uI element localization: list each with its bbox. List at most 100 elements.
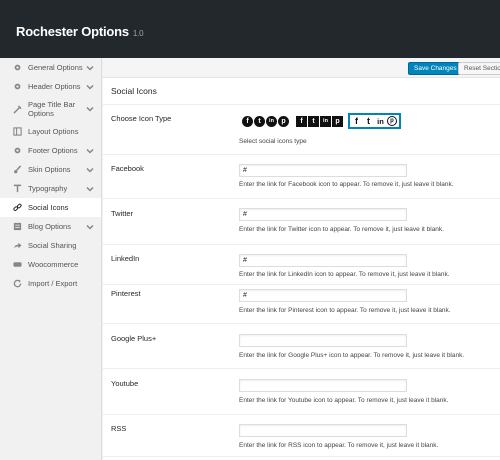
chevron-down-icon: [86, 167, 94, 173]
typography-icon: [12, 184, 22, 194]
icon-type-selector: f t in p f t in p f t in p: [240, 113, 403, 129]
brush-icon: [12, 165, 22, 175]
sidebar-item-social-sharing[interactable]: Social Sharing: [0, 236, 101, 255]
sidebar-item-social-icons[interactable]: Social Icons: [0, 198, 101, 217]
linkedin-icon: in: [266, 115, 277, 127]
chevron-down-icon: [86, 84, 94, 90]
google-plus-url-field[interactable]: [239, 334, 407, 347]
cart-icon: [12, 260, 22, 270]
linkedin-description: Enter the link for LinkedIn icon to appe…: [239, 271, 450, 278]
divider: [103, 323, 500, 324]
sidebar-item-skin-options[interactable]: Skin Options: [0, 160, 101, 179]
gear-icon: [12, 82, 22, 92]
options-header: Rochester Options 1.0: [0, 0, 500, 58]
sidebar-item-label: Typography: [28, 184, 68, 193]
google-plus-label: Google Plus+: [111, 334, 157, 343]
facebook-url-field[interactable]: #: [239, 164, 407, 177]
blog-icon: [12, 222, 22, 232]
chevron-down-icon: [86, 106, 94, 112]
twitter-icon: t: [367, 116, 370, 126]
facebook-label: Facebook: [111, 164, 144, 173]
save-changes-button[interactable]: Save Changes: [408, 62, 463, 75]
linkedin-label: LinkedIn: [111, 254, 140, 263]
sidebar-item-footer-options[interactable]: Footer Options: [0, 141, 101, 160]
chevron-down-icon: [86, 65, 94, 71]
section-title: Social Icons: [111, 86, 157, 96]
sidebar-item-page-title-bar-options[interactable]: Page Title Bar Options: [0, 96, 101, 122]
gear-icon: [12, 63, 22, 73]
divider: [103, 284, 500, 285]
sidebar-item-label: Import / Export: [28, 279, 78, 288]
rss-label: RSS: [111, 424, 127, 433]
facebook-icon: f: [296, 115, 307, 127]
sidebar-item-label: Footer Options: [28, 146, 78, 155]
divider: [103, 198, 500, 199]
pinterest-url-field[interactable]: #: [239, 289, 407, 302]
sidebar-item-label: Layout Options: [28, 127, 79, 136]
panel-title: Rochester Options 1.0: [16, 24, 144, 39]
divider: [103, 154, 500, 155]
twitter-url-field[interactable]: #: [239, 208, 407, 221]
divider: [103, 414, 500, 415]
facebook-icon: f: [242, 115, 253, 127]
sidebar-item-label: Header Options: [28, 82, 81, 91]
divider: [103, 368, 500, 369]
sidebar-item-label: Social Sharing: [28, 241, 77, 250]
sidebar-item-label: Page Title Bar Options: [28, 100, 76, 118]
rss-description: Enter the link for RSS icon to appear. T…: [239, 442, 439, 449]
rss-url-field[interactable]: [239, 424, 407, 437]
sidebar-item-label: General Options: [28, 63, 83, 72]
sidebar-item-import-export[interactable]: Import / Export: [0, 274, 101, 293]
sidebar-item-label: Social Icons: [28, 203, 69, 212]
reset-section-button[interactable]: Reset Section: [458, 62, 500, 75]
youtube-label: Youtube: [111, 379, 139, 388]
twitter-icon: t: [254, 115, 265, 127]
sidebar-item-header-options[interactable]: Header Options: [0, 77, 101, 96]
tools-icon: [12, 104, 22, 114]
twitter-label: Twitter: [111, 209, 134, 218]
linkedin-url-field[interactable]: #: [239, 254, 407, 267]
icon-set-circle[interactable]: f t in p: [240, 113, 292, 129]
panel-title-text: Rochester Options: [16, 24, 129, 39]
pinterest-label: Pinterest: [111, 289, 141, 298]
sidebar-item-label: Blog Options: [28, 222, 71, 231]
sidebar-item-layout-options[interactable]: Layout Options: [0, 122, 101, 141]
divider: [103, 244, 500, 245]
chevron-down-icon: [86, 186, 94, 192]
youtube-url-field[interactable]: [239, 379, 407, 392]
sidebar-item-label: Woocommerce: [28, 260, 79, 269]
layout-icon: [12, 127, 22, 137]
chevron-down-icon: [86, 148, 94, 154]
choose-icon-type-label: Choose Icon Type: [111, 114, 172, 123]
divider: [103, 104, 500, 105]
options-content: Save Changes Reset Section Social Icons …: [103, 58, 500, 460]
share-icon: [12, 241, 22, 251]
sidebar-item-woocommerce[interactable]: Woocommerce: [0, 255, 101, 274]
facebook-icon: f: [355, 116, 358, 126]
sidebar-item-label: Skin Options: [28, 165, 71, 174]
options-toolbar: Save Changes Reset Section: [103, 58, 500, 78]
sidebar-item-blog-options[interactable]: Blog Options: [0, 217, 101, 236]
twitter-description: Enter the link for Twitter icon to appea…: [239, 226, 444, 233]
pinterest-icon: p: [332, 115, 343, 127]
pinterest-icon: p: [387, 116, 397, 126]
youtube-description: Enter the link for Youtube icon to appea…: [239, 397, 449, 404]
icon-set-square[interactable]: f t in p: [294, 113, 346, 129]
sidebar-item-typography[interactable]: Typography: [0, 179, 101, 198]
options-sidebar: General Options Header Options Page Titl…: [0, 58, 102, 460]
chevron-down-icon: [86, 224, 94, 230]
link-icon: [12, 203, 22, 213]
divider: [103, 456, 500, 457]
sidebar-item-general-options[interactable]: General Options: [0, 58, 101, 77]
refresh-icon: [12, 279, 22, 289]
linkedin-icon: in: [320, 115, 331, 127]
gear-icon: [12, 146, 22, 156]
linkedin-icon: in: [377, 116, 384, 126]
google-plus-description: Enter the link for Google Plus+ icon to …: [239, 352, 465, 359]
pinterest-icon: p: [278, 115, 289, 127]
twitter-icon: t: [308, 115, 319, 127]
facebook-description: Enter the link for Facebook icon to appe…: [239, 181, 454, 188]
panel-version: 1.0: [132, 29, 144, 38]
pinterest-description: Enter the link for Pinterest icon to app…: [239, 307, 451, 314]
icon-set-plain[interactable]: f t in p: [348, 113, 401, 129]
